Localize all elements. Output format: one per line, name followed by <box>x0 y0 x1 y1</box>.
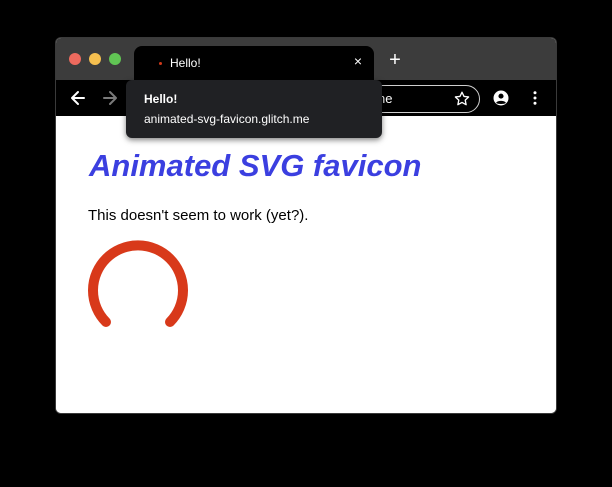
tooltip-url: animated-svg-favicon.glitch.me <box>144 112 310 126</box>
forward-button[interactable] <box>100 88 120 108</box>
favicon-icon <box>159 62 162 65</box>
tab-close-button[interactable]: × <box>350 53 366 69</box>
profile-button[interactable] <box>492 89 510 107</box>
tab-tooltip: Hello! animated-svg-favicon.glitch.me <box>126 80 382 138</box>
page-content: Animated SVG favicon This doesn't seem t… <box>56 116 556 413</box>
arrow-left-icon <box>71 91 85 105</box>
window-minimize-button[interactable] <box>89 53 101 65</box>
bookmark-star-button[interactable] <box>453 90 471 108</box>
tab-title: Hello! <box>170 56 201 70</box>
tab-hello[interactable]: Hello! × <box>134 46 374 80</box>
back-button[interactable] <box>68 88 88 108</box>
menu-button[interactable] <box>526 89 544 107</box>
star-icon <box>454 91 470 106</box>
new-tab-button[interactable]: + <box>386 50 404 70</box>
address-text: ne <box>378 91 393 106</box>
tooltip-title: Hello! <box>144 92 178 106</box>
page-paragraph: This doesn't seem to work (yet?). <box>88 207 309 224</box>
tab-bar: Hello! × + <box>56 38 556 80</box>
more-vert-icon <box>533 91 537 105</box>
window-maximize-button[interactable] <box>109 53 121 65</box>
progress-arc-icon <box>88 240 188 327</box>
arrow-right-icon <box>103 91 117 105</box>
window-close-button[interactable] <box>69 53 81 65</box>
account-circle-icon <box>493 90 509 106</box>
page-heading: Animated SVG favicon <box>89 148 422 183</box>
